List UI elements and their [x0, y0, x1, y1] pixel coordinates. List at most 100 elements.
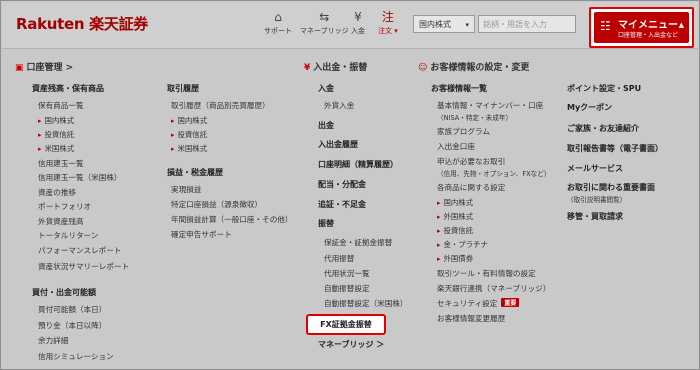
- important-badge: 重要: [501, 298, 520, 307]
- deposit-link[interactable]: 入金: [318, 83, 334, 94]
- chevron-up-icon: ▲: [678, 21, 684, 29]
- cash-history-link[interactable]: 入出金履歴: [318, 139, 358, 150]
- global-header: Rakuten 楽天証券 ⌂ サポート ⇆ マネーブリッジ ¥ 入金 注 注文 …: [2, 2, 698, 49]
- performance-report-link[interactable]: パフォーマンスレポート: [38, 245, 121, 256]
- settings-foreign-stock-link[interactable]: 外国株式: [437, 211, 474, 222]
- realized-pnl-link[interactable]: 実現損益: [171, 184, 201, 195]
- order-menu[interactable]: 注 注文 ▾: [378, 10, 398, 36]
- history-domestic-stock-link[interactable]: 国内株式: [171, 115, 208, 126]
- collateral-transfer-link[interactable]: 保証金・証拠金振替: [324, 237, 392, 248]
- substitute-transfer-link[interactable]: 代用振替: [324, 253, 354, 264]
- person-icon: ☺: [418, 63, 428, 73]
- tax-return-support-link[interactable]: 確定申告サポート: [171, 229, 232, 240]
- holdings-domestic-stock-link[interactable]: 国内株式: [38, 115, 75, 126]
- my-coupon-link[interactable]: Myクーポン: [567, 102, 612, 113]
- holdings-list-link[interactable]: 保有商品一覧: [38, 100, 84, 111]
- trade-history-link[interactable]: 取引履歴（商品別売買履歴）: [171, 100, 270, 111]
- money-bridge-link[interactable]: ⇆ マネーブリッジ: [300, 10, 349, 36]
- application-note: （信用、先物・オプション、FXなど）: [437, 170, 551, 178]
- my-menu-title: マイメニュー: [618, 20, 678, 31]
- deposit-label: 入金: [351, 27, 365, 35]
- point-settings-link[interactable]: ポイント設定・SPU: [567, 83, 641, 94]
- holdings-us-stock-link[interactable]: 米国株式: [38, 143, 75, 154]
- application-link[interactable]: 申込が必要なお取引: [437, 156, 505, 167]
- money-bridge-icon: ⇆: [319, 10, 330, 24]
- money-bridge-label: マネーブリッジ: [300, 27, 349, 35]
- settings-gold-platinum-link[interactable]: 金・プラチナ: [437, 239, 488, 250]
- pnl-tax-category: 損益・税金履歴: [167, 168, 223, 177]
- chevron-down-icon: ▾: [465, 21, 469, 29]
- basic-info-note: （NISA・特定・未成年）: [437, 114, 513, 122]
- settings-fund-link[interactable]: 投資信託: [437, 225, 474, 236]
- settings-domestic-stock-link[interactable]: 国内株式: [437, 197, 474, 208]
- total-return-link[interactable]: トータルリターン: [38, 230, 98, 241]
- withdrawal-link[interactable]: 出金: [318, 120, 334, 131]
- customer-heading-label: お客様情報の設定・変更: [430, 63, 530, 73]
- account-heading-label: 口座管理 >: [26, 63, 74, 73]
- referral-link[interactable]: ご家族・お友達紹介: [567, 123, 639, 134]
- deposit-link[interactable]: ¥ 入金: [351, 10, 365, 36]
- deposit-icon: ¥: [354, 10, 362, 24]
- bank-account-link[interactable]: 入出金口座: [437, 141, 475, 152]
- support-icon: ⌂: [274, 10, 282, 24]
- capacity-detail-link[interactable]: 余力詳細: [38, 335, 68, 346]
- security-settings-link[interactable]: セキュリティ設定 重要: [437, 298, 520, 309]
- money-bridge-link[interactable]: マネーブリッジ ＞: [318, 339, 384, 350]
- margin-positions-link[interactable]: 信用建玉一覧: [38, 158, 84, 169]
- portfolio-link[interactable]: ポートフォリオ: [38, 201, 91, 212]
- auto-transfer-us-link[interactable]: 自動振替設定（米国株）: [324, 298, 408, 309]
- funds-heading-label: 入出金・振替: [313, 63, 368, 73]
- mail-service-link[interactable]: メールサービス: [567, 163, 623, 174]
- order-label: 注文 ▾: [378, 27, 398, 35]
- account-menu-icon: ☷: [600, 19, 611, 33]
- account-statement-link[interactable]: 口座明細（精算履歴）: [318, 159, 398, 170]
- auto-transfer-link[interactable]: 自動振替設定: [324, 283, 370, 294]
- annual-pnl-link[interactable]: 年間損益計算（一般口座・その他）: [171, 214, 293, 225]
- fx-assets-link[interactable]: 外貨資産残高: [38, 216, 84, 227]
- trade-report-link[interactable]: 取引報告書等（電子書面）: [567, 143, 663, 154]
- transfer-request-link[interactable]: 移管・買取請求: [567, 211, 623, 222]
- holdings-fund-link[interactable]: 投資信託: [38, 129, 75, 140]
- account-management-heading[interactable]: ▣ 口座管理 >: [15, 60, 73, 73]
- margin-simulation-link[interactable]: 信用シミュレーション: [38, 351, 114, 362]
- margin-positions-us-link[interactable]: 信用建玉一覧（米国株）: [38, 172, 122, 183]
- order-icon: 注: [381, 10, 394, 24]
- specific-account-pnl-link[interactable]: 特定口座損益（源泉徴収）: [171, 199, 262, 210]
- asset-trend-link[interactable]: 資産の推移: [38, 187, 76, 198]
- support-link[interactable]: ⌂ サポート: [264, 10, 292, 36]
- product-select[interactable]: 国内株式 ▾: [413, 15, 475, 33]
- margin-call-link[interactable]: 追証・不足金: [318, 199, 366, 210]
- security-settings-label: セキュリティ設定: [437, 299, 498, 308]
- customer-info-category: お客様情報一覧: [431, 84, 487, 93]
- tool-settings-link[interactable]: 取引ツール・有料情報の設定: [437, 268, 536, 279]
- product-settings-link[interactable]: 各商品に関する設定: [437, 182, 505, 193]
- funds-heading: ¥ 入出金・振替: [304, 60, 367, 73]
- assets-category: 資産残高・保有商品: [32, 84, 104, 93]
- dividends-link[interactable]: 配当・分配金: [318, 179, 366, 190]
- my-menu-highlight: ☷ マイメニュー 口座管理・入出金など ▲: [589, 7, 694, 48]
- rakuten-logo[interactable]: Rakuten 楽天証券: [16, 13, 148, 34]
- settings-foreign-bond-link[interactable]: 外国債券: [437, 253, 474, 264]
- fx-deposit-link[interactable]: 外貨入金: [324, 100, 354, 111]
- fx-transfer-highlight: FX証拠金振替: [306, 314, 386, 335]
- buying-power-category: 買付・出金可能額: [32, 288, 96, 297]
- history-us-stock-link[interactable]: 米国株式: [171, 143, 208, 154]
- transfer-category: 振替: [318, 219, 334, 228]
- search-input[interactable]: [478, 15, 576, 33]
- change-history-link[interactable]: お客様情報変更履歴: [437, 313, 505, 324]
- basic-info-link[interactable]: 基本情報・マイナンバー・口座: [437, 100, 543, 111]
- asset-summary-report-link[interactable]: 資産状況サマリーレポート: [38, 261, 129, 272]
- my-menu-subtitle: 口座管理・入出金など: [618, 32, 679, 39]
- family-program-link[interactable]: 家族プログラム: [437, 126, 490, 137]
- deposits-link[interactable]: 預り金（本日以降）: [38, 320, 106, 331]
- my-menu-button[interactable]: ☷ マイメニュー 口座管理・入出金など ▲: [594, 12, 689, 43]
- substitute-status-link[interactable]: 代用状況一覧: [324, 268, 370, 279]
- buying-power-today-link[interactable]: 買付可能額（本日）: [38, 304, 106, 315]
- yen-icon: ¥: [304, 63, 311, 73]
- history-fund-link[interactable]: 投資信託: [171, 129, 208, 140]
- rakuten-bank-link[interactable]: 楽天銀行連携（マネーブリッジ）: [437, 283, 550, 294]
- important-docs-link[interactable]: お取引に関わる重要書面: [567, 182, 655, 193]
- fx-transfer-link[interactable]: FX証拠金振替: [308, 316, 384, 333]
- account-icon: ▣: [15, 63, 24, 73]
- important-docs-note: （取引説明書閲覧）: [567, 196, 627, 204]
